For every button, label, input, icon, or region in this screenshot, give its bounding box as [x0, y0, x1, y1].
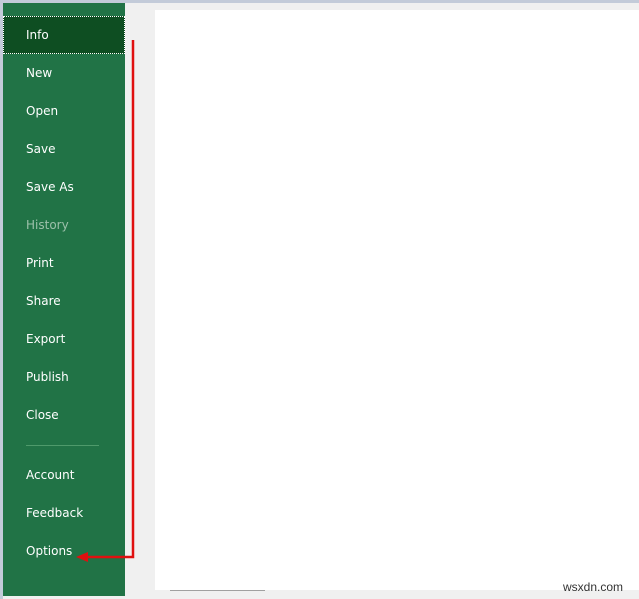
annotation-arrow-line — [86, 40, 135, 559]
annotation-arrow-head — [76, 552, 88, 562]
watermark: wsxdn.com — [563, 580, 624, 594]
annotation-arrow — [76, 40, 135, 562]
